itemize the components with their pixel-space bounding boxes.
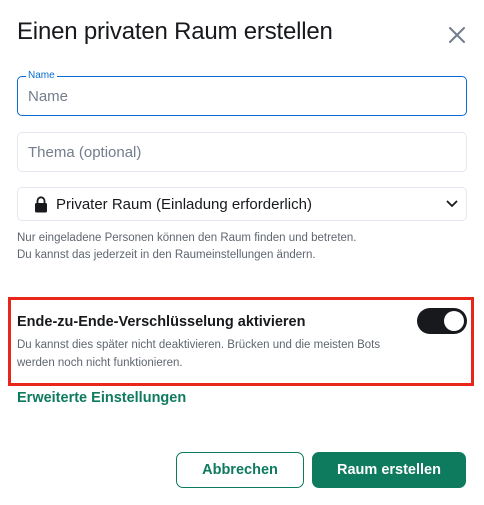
- join-rule-select[interactable]: Privater Raum (Einladung erforderlich): [17, 187, 467, 221]
- create-room-dialog: Einen privaten Raum erstellen Name Priva…: [0, 0, 484, 505]
- encryption-label: Ende-zu-Ende-Verschlüsselung aktivieren: [17, 314, 306, 330]
- cancel-button[interactable]: Abbrechen: [176, 452, 304, 488]
- encryption-section: Ende-zu-Ende-Verschlüsselung aktivieren …: [8, 297, 474, 386]
- encryption-description: Du kannst dies später nicht deaktivieren…: [17, 339, 381, 369]
- close-icon: [449, 27, 465, 43]
- toggle-knob: [444, 311, 464, 331]
- name-input[interactable]: [18, 77, 466, 115]
- join-rule-help-text: Nur eingeladene Personen können den Raum…: [17, 232, 357, 261]
- join-rule-selected: Privater Raum (Einladung erforderlich): [56, 196, 312, 213]
- lock-icon: [35, 196, 47, 213]
- topic-field: [17, 132, 467, 172]
- encryption-toggle[interactable]: [417, 308, 467, 334]
- topic-input[interactable]: [18, 133, 466, 171]
- advanced-settings-link[interactable]: Erweiterte Einstellungen: [17, 390, 186, 406]
- close-button[interactable]: [446, 24, 468, 46]
- create-room-button[interactable]: Raum erstellen: [312, 452, 466, 488]
- chevron-down-icon: [446, 200, 458, 207]
- name-field: Name: [17, 70, 467, 116]
- dialog-title: Einen privaten Raum erstellen: [17, 18, 333, 45]
